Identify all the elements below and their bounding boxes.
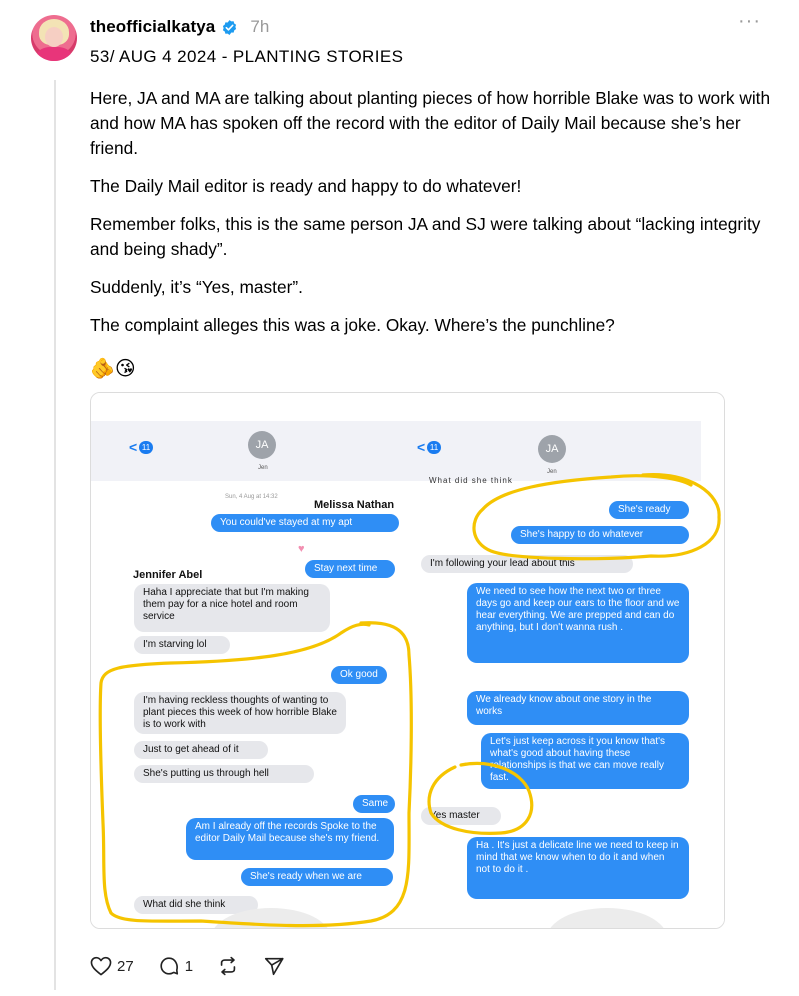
contact-avatar: JA <box>248 431 276 459</box>
post-paragraph: The Daily Mail editor is ready and happy… <box>90 176 522 196</box>
screenshot-top-bar <box>91 421 701 481</box>
comment-icon <box>160 957 178 975</box>
message-bubble: She's putting us through hell <box>134 765 314 783</box>
like-button[interactable]: 27 <box>90 956 134 976</box>
avatar[interactable] <box>31 15 77 61</box>
more-options-icon[interactable]: ··· <box>738 11 761 31</box>
post-body: Here, JA and MA are talking about planti… <box>90 86 780 351</box>
message-bubble: Let's just keep across it you know that'… <box>481 733 689 789</box>
thread-line <box>54 80 56 990</box>
username[interactable]: theofficialkatya <box>90 17 215 37</box>
post-paragraph: The complaint alleges this was a joke. O… <box>90 315 615 335</box>
post-image[interactable]: < 11 JA Jen < 11 JA Jen What did she thi… <box>90 392 725 929</box>
back-count-badge: 11 <box>139 441 153 454</box>
message-bubble: I'm following your lead about this <box>421 555 633 573</box>
message-bubble: Ok good <box>331 666 387 684</box>
sender-label: Melissa Nathan <box>314 499 395 511</box>
contact-name: Jen <box>258 465 268 471</box>
post-paragraph: Remember folks, this is the same person … <box>90 214 761 259</box>
contact-avatar: JA <box>538 435 566 463</box>
post-actions: 27 1 <box>90 954 309 978</box>
heart-icon <box>90 956 112 976</box>
post-header: theofficialkatya 7h <box>90 14 269 40</box>
message-bubble: Ha . It's just a delicate line we need t… <box>467 837 689 899</box>
verified-badge-icon <box>223 19 237 35</box>
message-timestamp: Sun, 4 Aug at 14:32 <box>225 494 278 500</box>
reply-count: 1 <box>184 957 194 975</box>
back-count-badge: 11 <box>427 441 441 454</box>
message-bubble: Same <box>353 795 395 813</box>
emoji-line: 🫵😘 <box>90 358 136 380</box>
reply-button[interactable]: 1 <box>158 955 193 977</box>
message-bubble: We need to see how the next two or three… <box>467 583 689 663</box>
sender-label: Jennifer Abel <box>133 569 203 581</box>
post-title: 53/ AUG 4 2024 - PLANTING STORIES <box>90 47 404 66</box>
back-chevron-icon: < <box>417 439 426 455</box>
message-bubble: She's ready <box>609 501 689 519</box>
cutoff-message: What did she think <box>429 476 513 485</box>
repost-icon <box>220 956 236 976</box>
post-paragraph: Here, JA and MA are talking about planti… <box>90 88 771 158</box>
message-bubble: She's happy to do whatever <box>511 526 689 544</box>
contact-name: Jen <box>547 469 557 475</box>
post-time: 7h <box>250 17 270 36</box>
message-bubble: I'm starving lol <box>134 636 230 654</box>
screenshot-shadow <box>547 908 667 928</box>
message-bubble: Am I already off the records Spoke to th… <box>186 818 394 860</box>
back-chevron-icon: < <box>129 439 138 455</box>
message-bubble: I'm having reckless thoughts of wanting … <box>134 692 346 734</box>
share-button[interactable] <box>263 955 285 977</box>
message-bubble: Haha I appreciate that but I'm making th… <box>134 584 330 632</box>
send-icon <box>264 957 284 976</box>
repost-button[interactable] <box>217 955 239 977</box>
heart-reaction-icon: ♥ <box>298 543 305 555</box>
message-bubble: You could've stayed at my apt <box>211 514 399 532</box>
like-count: 27 <box>117 957 134 975</box>
post-paragraph: Suddenly, it’s “Yes, master”. <box>90 277 303 297</box>
message-bubble: We already know about one story in the w… <box>467 691 689 725</box>
message-bubble: Stay next time <box>305 560 395 578</box>
message-bubble: Just to get ahead of it <box>134 741 268 759</box>
message-bubble: Yes master <box>421 807 501 825</box>
imessage-screenshot: < 11 JA Jen < 11 JA Jen What did she thi… <box>91 393 724 928</box>
message-bubble: She's ready when we are <box>241 868 393 886</box>
